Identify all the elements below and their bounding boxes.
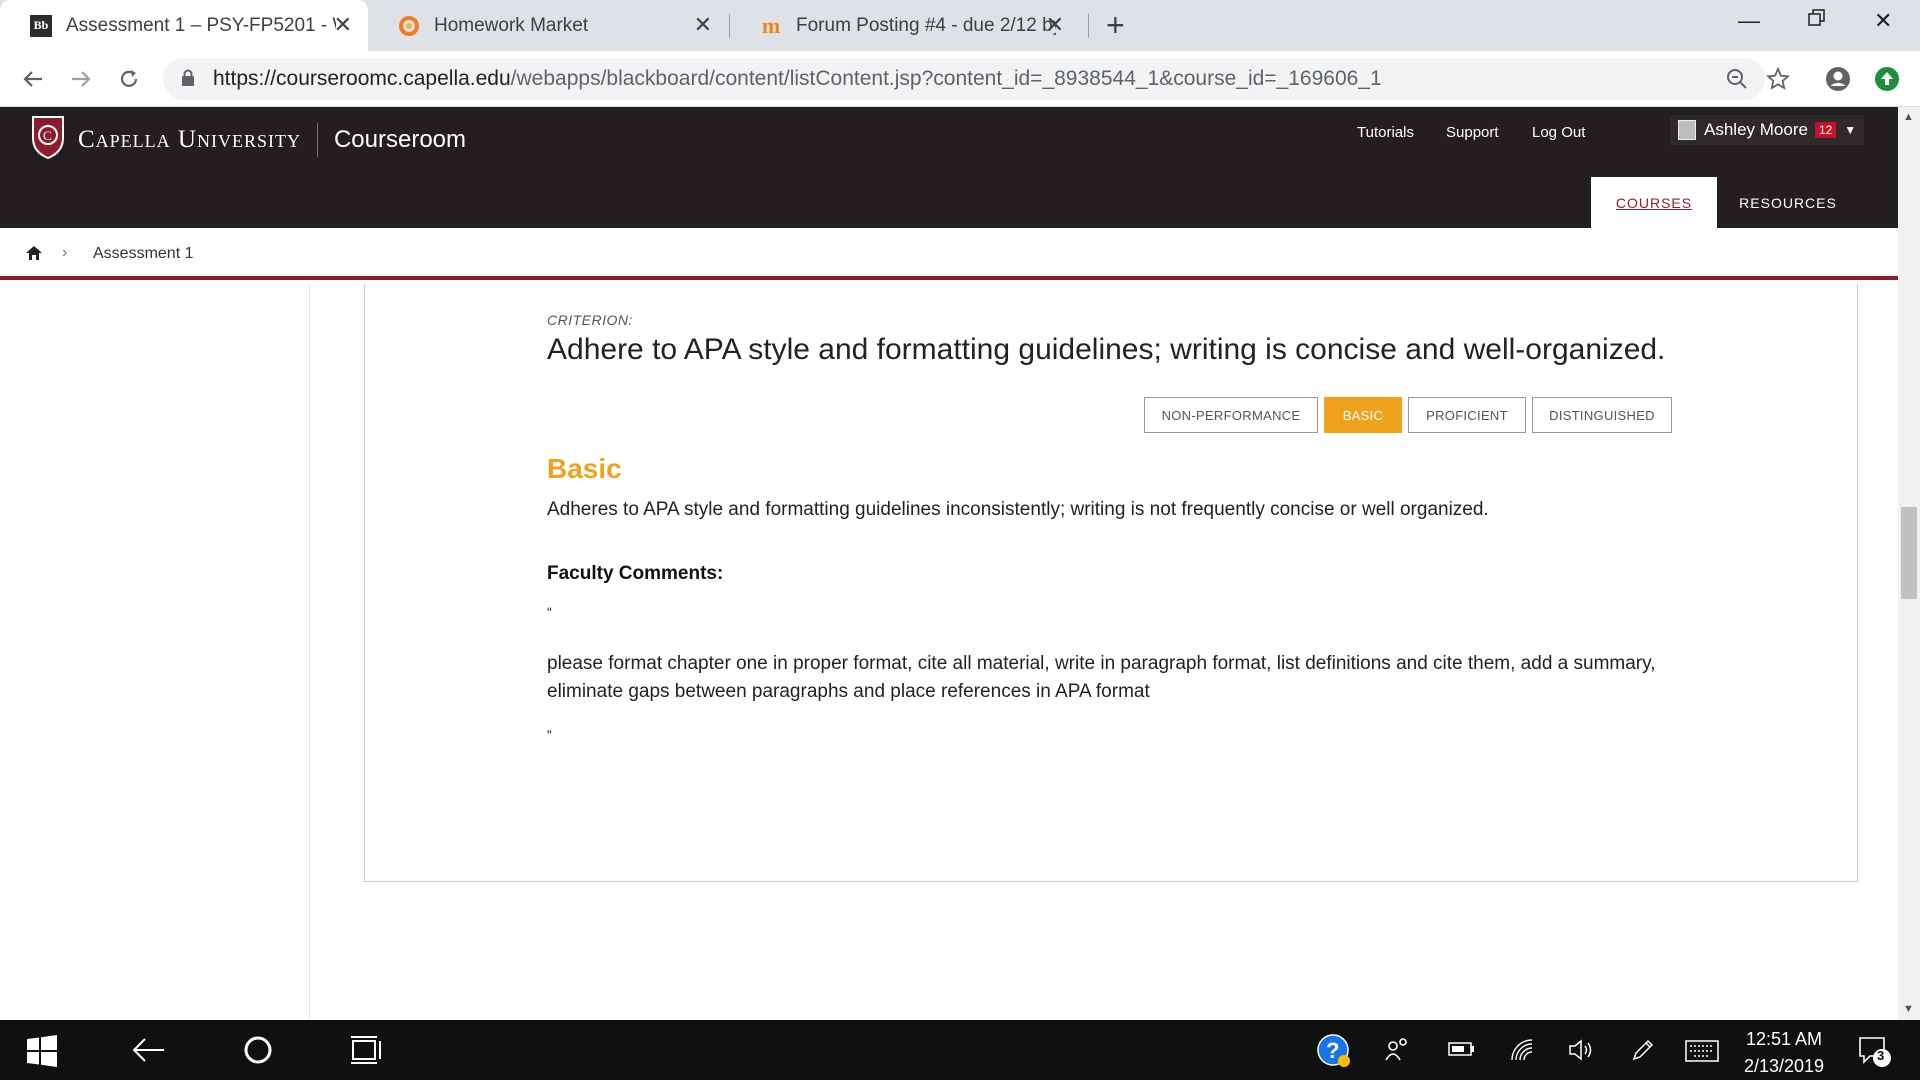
- level-heading: Basic: [547, 453, 622, 484]
- windows-start-icon[interactable]: [26, 1035, 58, 1072]
- close-tab-icon[interactable]: ✕: [694, 12, 712, 38]
- notification-count: 3: [1877, 1048, 1885, 1063]
- windows-taskbar: ? 12:51 AM 2/13/2019 3: [0, 1020, 1920, 1080]
- extension-update-icon[interactable]: [1874, 66, 1900, 97]
- forward-icon[interactable]: [63, 61, 99, 97]
- criterion-label: CRITERION:: [547, 312, 633, 328]
- open-quote: “: [547, 604, 552, 620]
- left-column: [0, 284, 310, 1020]
- tab-assessment[interactable]: Bb Assessment 1 – PSY-FP5201 - Wi ✕: [0, 0, 368, 51]
- user-menu[interactable]: Ashley Moore 12 ▼: [1670, 115, 1865, 145]
- criterion-title: Adhere to APA style and formatting guide…: [547, 333, 1666, 366]
- homework-market-icon: [398, 15, 420, 37]
- touch-keyboard-icon[interactable]: [1685, 1040, 1719, 1067]
- section-name: Courseroom: [333, 125, 467, 153]
- cortana-icon[interactable]: [243, 1035, 273, 1070]
- clock-date: 2/13/2019: [1743, 1056, 1825, 1076]
- avatar: [1678, 120, 1696, 140]
- close-tab-icon[interactable]: ✕: [1046, 12, 1064, 38]
- task-view-icon[interactable]: [350, 1035, 382, 1070]
- browser-tab-strip: Bb Assessment 1 – PSY-FP5201 - Wi ✕ Home…: [0, 0, 1920, 51]
- site-header: C Capella University Courseroom Tutorial…: [0, 107, 1898, 228]
- clock-time: 12:51 AM: [1745, 1029, 1823, 1049]
- svg-text:C: C: [43, 128, 52, 143]
- wifi-icon[interactable]: [1510, 1038, 1536, 1067]
- volume-icon[interactable]: [1568, 1038, 1596, 1067]
- back-arrow-icon[interactable]: [132, 1036, 166, 1069]
- faculty-comment-text: please format chapter one in proper form…: [547, 653, 1656, 702]
- url-host: https://courseroomc.capella.edu: [213, 67, 511, 90]
- home-icon[interactable]: [25, 244, 43, 267]
- url-text: https://courseroomc.capella.edu/webapps/…: [213, 67, 1382, 91]
- battery-icon[interactable]: [1448, 1041, 1476, 1062]
- people-icon[interactable]: [1384, 1036, 1410, 1067]
- tab-title: Homework Market: [434, 14, 589, 36]
- browser-toolbar: https://courseroomc.capella.edu/webapps/…: [0, 51, 1920, 107]
- scroll-up-icon[interactable]: ▲: [1903, 111, 1914, 123]
- tab-homework-market[interactable]: Homework Market ✕: [368, 0, 728, 51]
- brand-name: Capella University: [78, 125, 301, 153]
- new-tab-icon[interactable]: +: [1106, 8, 1125, 42]
- logout-link[interactable]: Log Out: [1532, 124, 1585, 141]
- taskbar-clock[interactable]: 12:51 AM 2/13/2019: [1740, 1026, 1828, 1080]
- support-link[interactable]: Support: [1446, 124, 1499, 141]
- breadcrumb: › Assessment 1: [0, 228, 1898, 280]
- scrollbar-thumb[interactable]: [1901, 507, 1917, 599]
- level-proficient-button[interactable]: PROFICIENT: [1408, 397, 1526, 433]
- chevron-right-icon: ›: [62, 244, 68, 261]
- action-center-icon[interactable]: 3: [1858, 1036, 1892, 1073]
- caret-down-icon: ▼: [1844, 123, 1857, 137]
- level-description: Adheres to APA style and formatting guid…: [547, 499, 1489, 520]
- shield-icon: C: [30, 114, 66, 165]
- back-icon[interactable]: [15, 61, 51, 97]
- level-basic-button[interactable]: BASIC: [1324, 397, 1402, 433]
- bookmark-star-icon[interactable]: [1765, 66, 1791, 96]
- scroll-down-icon[interactable]: ▼: [1903, 1003, 1914, 1015]
- help-icon[interactable]: ?: [1317, 1034, 1351, 1073]
- level-selector: NON-PERFORMANCE BASIC PROFICIENT DISTING…: [1144, 397, 1672, 433]
- zoom-icon[interactable]: [1725, 67, 1749, 96]
- close-window-icon[interactable]: ✕: [1874, 6, 1892, 36]
- tutorials-link[interactable]: Tutorials: [1357, 124, 1414, 141]
- tab-resources[interactable]: RESOURCES: [1728, 177, 1848, 228]
- restore-icon[interactable]: [1807, 6, 1827, 36]
- breadcrumb-current: Assessment 1: [93, 245, 194, 262]
- reload-icon[interactable]: [111, 61, 147, 97]
- address-bar[interactable]: https://courseroomc.capella.edu/webapps/…: [163, 58, 1765, 100]
- close-quote: ”: [547, 727, 552, 743]
- tab-title: Forum Posting #4 - due 2/12 by: [796, 14, 1056, 36]
- level-non-performance-button[interactable]: NON-PERFORMANCE: [1144, 397, 1318, 433]
- page-scrollbar[interactable]: ▲ ▼: [1898, 107, 1920, 1020]
- user-name: Ashley Moore: [1704, 120, 1808, 139]
- brand-divider: [316, 122, 318, 157]
- faculty-comments-heading: Faculty Comments:: [547, 563, 724, 584]
- lock-icon: [181, 69, 195, 92]
- tab-title: Assessment 1 – PSY-FP5201 - Wi: [66, 14, 336, 36]
- svg-text:?: ?: [1326, 1038, 1339, 1063]
- moodle-icon: m: [761, 12, 781, 38]
- profile-icon[interactable]: [1825, 66, 1851, 97]
- tab-separator: [1088, 14, 1089, 38]
- blackboard-icon: Bb: [30, 14, 52, 37]
- tab-courses[interactable]: COURSES: [1591, 177, 1717, 228]
- level-distinguished-button[interactable]: DISTINGUISHED: [1532, 397, 1672, 433]
- notification-badge: 12: [1814, 122, 1837, 138]
- pen-icon[interactable]: [1630, 1037, 1656, 1068]
- tab-forum-posting[interactable]: m Forum Posting #4 - due 2/12 by ✕: [730, 0, 1080, 51]
- close-tab-icon[interactable]: ✕: [334, 12, 352, 38]
- minimize-icon[interactable]: —: [1738, 6, 1760, 36]
- capella-logo[interactable]: C Capella University Courseroom: [30, 114, 466, 165]
- url-path: /webapps/blackboard/content/listContent.…: [510, 67, 1382, 90]
